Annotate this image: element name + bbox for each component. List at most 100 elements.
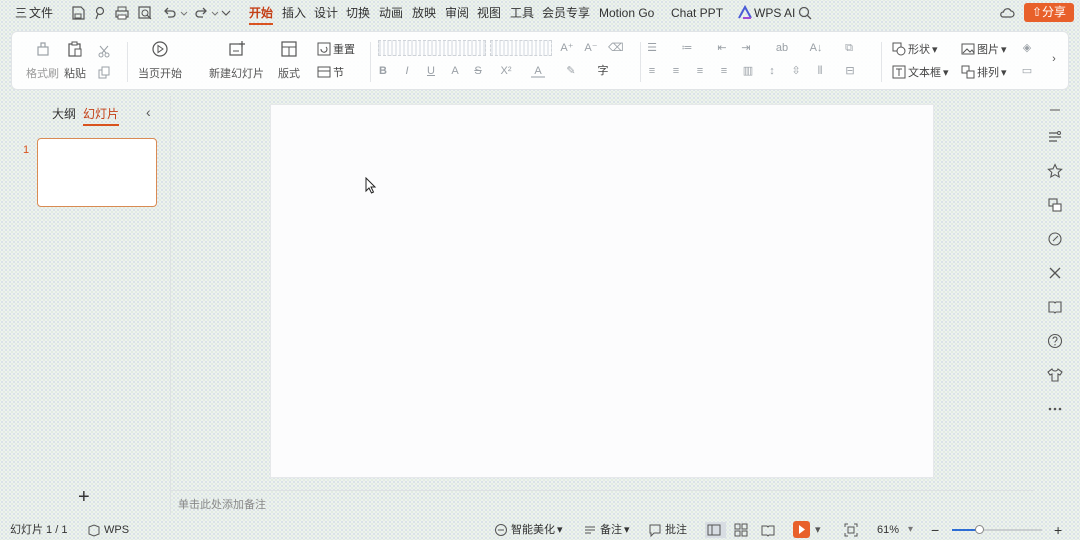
save-icon[interactable]	[70, 5, 86, 21]
properties-icon[interactable]	[1047, 129, 1065, 147]
more-options-icon[interactable]	[1047, 401, 1065, 419]
zoom-slider-handle[interactable]	[975, 525, 984, 534]
tab-slideshow[interactable]: 放映	[412, 5, 436, 21]
print-icon[interactable]	[114, 5, 130, 21]
layout-button[interactable]: 版式	[278, 38, 300, 81]
undo-dropdown-icon[interactable]	[176, 5, 188, 21]
menu-file[interactable]: 文件	[29, 5, 53, 21]
panel-divider[interactable]	[170, 96, 171, 514]
tab-animations[interactable]: 动画	[379, 5, 403, 21]
play-from-current-button[interactable]: 当页开始	[138, 38, 182, 81]
help-icon[interactable]	[1047, 333, 1065, 351]
zoom-out-button[interactable]: −	[931, 522, 939, 538]
underline-button[interactable]: U	[424, 64, 438, 78]
paste-button[interactable]: 粘贴	[64, 38, 86, 81]
para-spacing-icon[interactable]: ⇳	[789, 64, 803, 78]
highlight-icon[interactable]: ✎	[564, 64, 578, 78]
clear-format-icon[interactable]: ⌫	[608, 41, 624, 55]
textbox-button[interactable]: 文本框 ▾	[892, 63, 949, 81]
reading-view-icon[interactable]	[761, 522, 778, 538]
favorites-star-icon[interactable]	[1047, 163, 1065, 181]
font-color-button[interactable]: A	[531, 64, 545, 78]
tab-insert[interactable]: 插入	[282, 5, 306, 21]
normal-view-icon[interactable]	[705, 522, 726, 538]
tab-tools[interactable]: 工具	[510, 5, 534, 21]
collapse-panel-icon[interactable]: ‹	[146, 104, 151, 120]
decrease-indent-icon[interactable]: ⇤	[715, 41, 729, 55]
zoom-level[interactable]: 61%	[877, 522, 899, 538]
align-left-icon[interactable]: ≡	[645, 64, 659, 78]
search-icon[interactable]	[797, 5, 813, 21]
text-align-vertical-icon[interactable]: ⊟	[843, 64, 857, 78]
add-slide-button[interactable]: +	[78, 486, 90, 509]
cut-icon[interactable]	[97, 42, 113, 60]
column-icon[interactable]: ⫴	[813, 64, 827, 78]
format-painter-button[interactable]: 格式刷	[26, 38, 59, 81]
tab-member[interactable]: 会员专享	[542, 5, 590, 21]
sort-icon[interactable]: A↓	[809, 41, 823, 55]
text-shadow-button[interactable]: A	[448, 64, 462, 78]
shrink-font-button[interactable]: A⁻	[584, 41, 598, 55]
tab-motion-go[interactable]: Motion Go	[599, 5, 654, 21]
zoom-dropdown-icon[interactable]: ▾	[908, 522, 913, 538]
italic-button[interactable]: I	[400, 64, 414, 78]
play-dropdown-icon[interactable]: ▾	[815, 522, 821, 538]
distribute-icon[interactable]: ▥	[741, 64, 755, 78]
increase-indent-icon[interactable]: ⇥	[739, 41, 753, 55]
numbered-list-icon[interactable]: ≔	[680, 41, 694, 55]
grow-font-button[interactable]: A⁺	[560, 41, 574, 55]
play-slideshow-button[interactable]	[793, 521, 810, 538]
superscript-button[interactable]: X²	[496, 64, 516, 78]
notes-toggle-button[interactable]: 备注 ▾	[583, 522, 630, 538]
shape-button[interactable]: 形状 ▾	[892, 40, 938, 58]
slide-sorter-icon[interactable]	[734, 522, 751, 538]
new-slide-button[interactable]: 新建幻灯片	[209, 38, 264, 81]
tab-review[interactable]: 审阅	[445, 5, 469, 21]
picture-button[interactable]: 图片 ▾	[961, 40, 1007, 58]
align-right-icon[interactable]: ≡	[693, 64, 707, 78]
hamburger-menu-icon[interactable]: 三	[15, 5, 27, 21]
tools-icon[interactable]	[1047, 265, 1065, 283]
theme-indicator[interactable]: WPS	[87, 522, 129, 538]
copy-icon[interactable]	[97, 64, 113, 82]
tab-outline[interactable]: 大纲	[52, 105, 76, 122]
align-center-icon[interactable]: ≡	[669, 64, 683, 78]
tab-design[interactable]: 设计	[314, 5, 338, 21]
reset-button[interactable]: 重置	[317, 40, 355, 58]
tab-transitions[interactable]: 切换	[346, 5, 370, 21]
shape-outline-icon[interactable]: ▭	[1020, 64, 1034, 78]
tab-view[interactable]: 视图	[477, 5, 501, 21]
section-button[interactable]: 节	[317, 63, 344, 81]
notes-divider[interactable]	[171, 490, 1035, 491]
slide-thumbnail[interactable]	[37, 138, 157, 207]
char-spacing-icon[interactable]: 字	[596, 64, 610, 78]
style-palette-icon[interactable]	[1047, 231, 1065, 249]
comments-button[interactable]: 批注	[648, 522, 687, 538]
tab-home[interactable]: 开始	[249, 5, 274, 25]
convert-smartart-icon[interactable]: ⧉	[842, 41, 856, 55]
smart-beautify-button[interactable]: 智能美化 ▾	[494, 522, 563, 538]
arrange-button[interactable]: 排列 ▾	[961, 63, 1007, 81]
tab-wps-ai[interactable]: WPS AI	[754, 5, 795, 21]
skin-shirt-icon[interactable]	[1047, 367, 1065, 385]
tab-slides[interactable]: 幻灯片	[83, 105, 120, 126]
text-direction-icon[interactable]: ab	[775, 41, 789, 55]
zoom-in-button[interactable]: +	[1054, 522, 1062, 538]
print-preview-icon[interactable]	[137, 5, 153, 21]
strikethrough-button[interactable]: S	[471, 64, 485, 78]
slide-canvas[interactable]	[270, 104, 934, 478]
justify-icon[interactable]: ≡	[717, 64, 731, 78]
quick-access-more-icon[interactable]	[218, 5, 234, 21]
tab-chat-ppt[interactable]: Chat PPT	[671, 5, 723, 21]
bold-button[interactable]: B	[376, 64, 390, 78]
notes-placeholder[interactable]: 单击此处添加备注	[178, 496, 266, 512]
redo-dropdown-icon[interactable]	[207, 5, 219, 21]
export-icon[interactable]	[93, 5, 109, 21]
line-spacing-icon[interactable]: ↕	[765, 64, 779, 78]
font-size-select[interactable]	[490, 40, 552, 56]
ribbon-scroll-right-icon[interactable]: ›	[1047, 52, 1061, 66]
transform-icon[interactable]	[1047, 197, 1065, 215]
font-name-select[interactable]	[378, 40, 486, 56]
book-icon[interactable]	[1047, 299, 1065, 317]
fit-window-icon[interactable]	[844, 522, 861, 538]
